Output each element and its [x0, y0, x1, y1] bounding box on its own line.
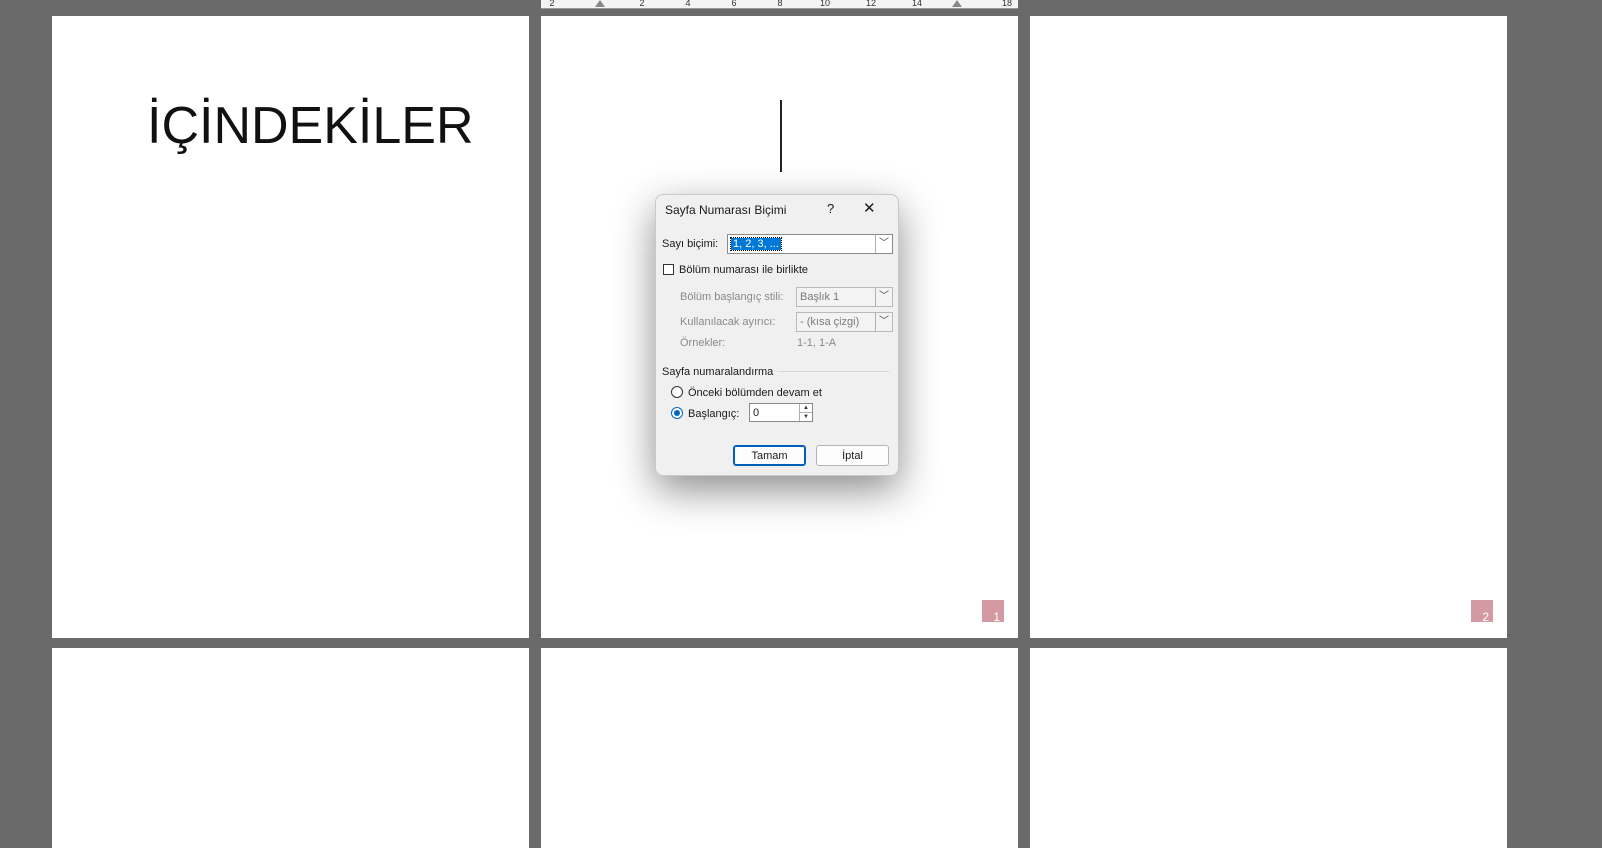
continue-previous-label[interactable]: Önceki bölümden devam et	[688, 387, 822, 399]
ruler-tick: 2	[639, 0, 645, 8]
spin-up-icon[interactable]: ▲	[799, 404, 812, 413]
ruler-tick: 6	[731, 0, 737, 8]
document-page-5[interactable]	[541, 648, 1018, 848]
number-format-value: 1, 2, 3, ...	[730, 237, 782, 251]
page-number-format-dialog: Sayfa Numarası Biçimi ? ✕ Sayı biçimi: 1…	[655, 194, 899, 476]
ruler-tick: 14	[911, 0, 922, 8]
separator-select[interactable]: - (kısa çizgi) ﹀	[796, 312, 893, 332]
document-page-6[interactable]	[1030, 648, 1507, 848]
chevron-down-icon[interactable]: ﹀	[875, 313, 892, 331]
left-indent-marker[interactable]	[595, 0, 605, 7]
chapter-style-value: Başlık 1	[800, 291, 840, 303]
horizontal-ruler[interactable]: 2 2 4 6 8 10 12 14 18	[541, 0, 1018, 9]
close-icon[interactable]: ✕	[863, 199, 876, 217]
number-format-select[interactable]: 1, 2, 3, ... ﹀	[727, 234, 893, 254]
cancel-button[interactable]: İptal	[816, 445, 889, 466]
start-at-value[interactable]: 0	[753, 407, 759, 419]
ok-button[interactable]: Tamam	[733, 445, 806, 466]
document-page-3[interactable]: 2	[1030, 16, 1507, 638]
page-number-field[interactable]: 2	[1471, 600, 1493, 624]
page-number-field[interactable]: 1	[982, 600, 1004, 624]
help-icon[interactable]: ?	[827, 201, 834, 216]
dialog-title: Sayfa Numarası Biçimi	[665, 203, 787, 217]
examples-value: 1-1, 1-A	[797, 337, 837, 349]
ruler-tick: 18	[1001, 0, 1012, 8]
ruler-tick: 10	[819, 0, 830, 8]
start-at-spinner[interactable]: 0 ▲ ▼	[749, 403, 813, 422]
include-chapter-label[interactable]: Bölüm numarası ile birlikte	[679, 264, 808, 276]
chapter-style-select[interactable]: Başlık 1 ﹀	[796, 287, 893, 307]
start-at-label[interactable]: Başlangıç:	[688, 408, 739, 420]
number-format-label: Sayı biçimi:	[662, 238, 719, 250]
examples-label: Örnekler:	[680, 337, 726, 349]
text-cursor	[780, 100, 782, 172]
include-chapter-checkbox[interactable]	[663, 264, 674, 275]
ruler-tick: 12	[865, 0, 876, 8]
spin-down-icon[interactable]: ▼	[799, 413, 812, 421]
right-indent-marker[interactable]	[952, 0, 962, 7]
separator-value: - (kısa çizgi)	[800, 316, 860, 328]
chevron-down-icon[interactable]: ﹀	[875, 235, 892, 253]
section-divider	[777, 371, 889, 372]
continue-previous-radio[interactable]	[671, 386, 683, 398]
document-page-4[interactable]	[52, 648, 529, 848]
chevron-down-icon[interactable]: ﹀	[875, 288, 892, 306]
ruler-tick: 4	[685, 0, 691, 8]
toc-heading: İÇİNDEKİLER	[147, 97, 474, 155]
chapter-style-label: Bölüm başlangıç stili:	[680, 291, 784, 303]
start-at-radio[interactable]	[671, 407, 683, 419]
separator-label: Kullanılacak ayırıcı:	[680, 316, 776, 328]
page-numbering-section-label: Sayfa numaralandırma	[662, 366, 774, 378]
ruler-tick: 2	[549, 0, 555, 8]
ruler-tick: 8	[777, 0, 783, 8]
document-page-1[interactable]: İÇİNDEKİLER	[52, 16, 529, 638]
